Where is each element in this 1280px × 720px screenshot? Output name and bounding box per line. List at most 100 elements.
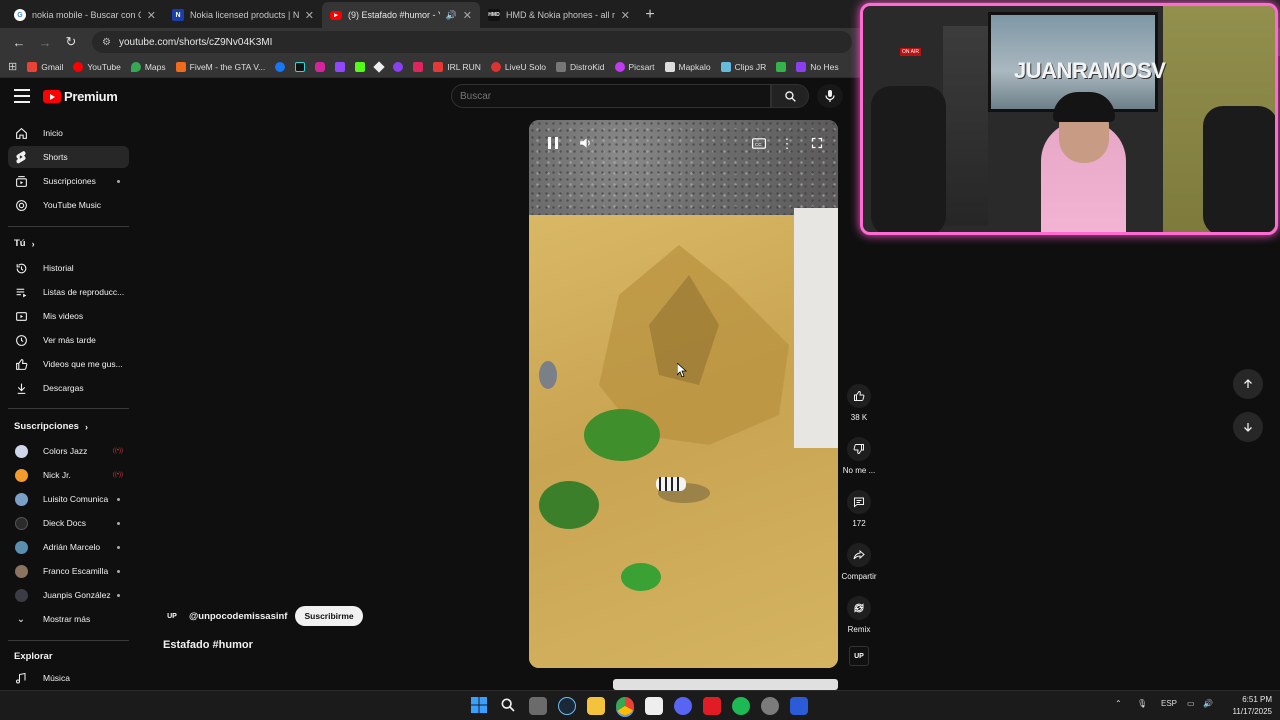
captions-button[interactable]: CC	[747, 133, 771, 153]
back-icon[interactable]: ←	[8, 31, 30, 53]
app-icon[interactable]	[790, 697, 808, 715]
browser-tab[interactable]: N Nokia licensed products | Noki ✕	[164, 2, 322, 28]
youtube-premium-logo[interactable]: Premium	[43, 89, 118, 104]
sidebar-item-downloads[interactable]: Descargas	[8, 377, 129, 399]
voice-search-button[interactable]	[817, 84, 843, 108]
subscription-channel[interactable]: Luisito Comunica	[8, 488, 129, 510]
browser-tab[interactable]: HMD HMD & Nokia phones - all mo ✕	[480, 2, 638, 28]
network-icon[interactable]: ▭	[1187, 699, 1195, 708]
subscribe-button[interactable]: Suscribirme	[295, 606, 363, 626]
bookmark[interactable]: Maps	[130, 61, 166, 72]
sidebar-item-watch-later[interactable]: Ver más tarde	[8, 329, 129, 351]
pause-button[interactable]	[541, 133, 565, 153]
browser-tab-active[interactable]: ▸ (9) Estafado #humor - YouT 🔊 ✕	[322, 2, 480, 28]
steam-icon[interactable]	[558, 697, 576, 715]
close-icon[interactable]: ✕	[147, 9, 156, 22]
new-tab-button[interactable]: +	[638, 2, 662, 28]
system-clock[interactable]: 6:51 PM 11/17/2025	[1222, 694, 1272, 718]
app-icon[interactable]	[703, 697, 721, 715]
app-icon[interactable]	[413, 61, 424, 72]
like-button[interactable]: 38 K	[843, 384, 875, 422]
subscription-channel[interactable]: Juanpis González	[8, 584, 129, 606]
apps-grid-icon[interactable]: ⊞	[8, 60, 17, 73]
reload-icon[interactable]: ↻	[60, 31, 82, 53]
sidebar-item-history[interactable]: Historial	[8, 257, 129, 279]
sidebar-item-liked-videos[interactable]: Videos que me gus...	[8, 353, 129, 375]
dislike-button[interactable]: No me ...	[843, 437, 875, 475]
site-info-icon[interactable]: ⚙	[102, 37, 111, 48]
browser-tab[interactable]: G nokia mobile - Buscar con Goo ✕	[6, 2, 164, 28]
speaker-icon[interactable]: 🔊	[446, 10, 457, 21]
next-short-button[interactable]	[1233, 412, 1263, 442]
sidebar-item-shorts[interactable]: Shorts	[8, 146, 129, 168]
close-icon[interactable]: ✕	[621, 9, 630, 22]
bookmark[interactable]: IRL RUN	[433, 61, 481, 72]
subscription-channel[interactable]: Dieck Docs	[8, 512, 129, 534]
bookmark[interactable]: Mapkalo	[664, 61, 711, 72]
close-icon[interactable]: ✕	[463, 9, 472, 22]
sidebar-item-music[interactable]: Música	[8, 667, 129, 689]
show-more-button[interactable]: ⌄ Mostrar más	[8, 608, 129, 630]
short-title[interactable]: Estafado #humor	[163, 639, 253, 651]
channel-name[interactable]: @unpocodemissasinf	[189, 611, 287, 622]
spotify-icon[interactable]	[732, 697, 750, 715]
address-bar[interactable]: ⚙ youtube.com/shorts/cZ9Nv04K3MI	[92, 31, 852, 53]
sidebar-item-my-videos[interactable]: Mis videos	[8, 305, 129, 327]
search-box[interactable]	[451, 84, 771, 108]
twitch-icon[interactable]	[335, 61, 346, 72]
subscription-channel[interactable]: Franco Escamilla	[8, 560, 129, 582]
sidebar-you-heading[interactable]: Tú ›	[14, 238, 35, 249]
sidebar-item-playlists[interactable]: Listas de reproducc...	[8, 281, 129, 303]
remix-button[interactable]: Remix	[843, 596, 875, 634]
shorts-video-player[interactable]: CC ⋮	[529, 120, 838, 668]
bookmark[interactable]: Gmail	[27, 61, 63, 72]
microphone-icon[interactable]: 🎙	[1137, 699, 1147, 708]
discord-icon[interactable]	[674, 697, 692, 715]
task-view-icon[interactable]	[529, 697, 547, 715]
facebook-icon[interactable]	[275, 61, 286, 72]
diamond-icon[interactable]	[373, 60, 385, 73]
app-icon[interactable]	[761, 697, 779, 715]
search-button[interactable]	[771, 84, 809, 108]
tiktok-icon[interactable]	[295, 61, 306, 72]
instagram-icon[interactable]	[315, 61, 326, 72]
subscription-channel[interactable]: Colors Jazz ((•))	[8, 440, 129, 462]
sidebar-item-home[interactable]: Inicio	[8, 122, 129, 144]
chevron-up-icon[interactable]: ⌃	[1115, 699, 1122, 708]
menu-icon[interactable]	[14, 89, 30, 103]
app-icon[interactable]	[776, 61, 787, 72]
volume-icon[interactable]: 🔊	[1203, 699, 1213, 708]
close-icon[interactable]: ✕	[305, 9, 314, 22]
search-input[interactable]	[460, 90, 770, 102]
kick-icon[interactable]	[355, 61, 366, 72]
forward-icon[interactable]: →	[34, 31, 56, 53]
bookmark[interactable]: LiveU Solo	[490, 61, 546, 72]
windows-start-icon[interactable]	[471, 697, 489, 715]
bookmark[interactable]: Picsart	[614, 61, 655, 72]
sidebar-item-youtube-music[interactable]: YouTube Music	[8, 194, 129, 216]
bookmark[interactable]: YouTube	[73, 61, 121, 72]
sidebar-item-subscriptions[interactable]: Suscripciones	[8, 170, 129, 192]
bookmark[interactable]: Clips JR	[720, 61, 766, 72]
share-button[interactable]: Compartir	[841, 543, 877, 581]
sound-source-avatar[interactable]: UP	[849, 646, 869, 666]
store-icon[interactable]	[645, 697, 663, 715]
chrome-icon[interactable]	[616, 697, 634, 715]
subscription-channel[interactable]: Nick Jr. ((•))	[8, 464, 129, 486]
bookmark[interactable]: FiveM - the GTA V...	[175, 61, 265, 72]
language-indicator[interactable]: ESP	[1161, 699, 1177, 708]
search-icon[interactable]	[500, 697, 518, 715]
volume-button[interactable]	[574, 133, 598, 153]
next-short-preview[interactable]	[613, 679, 838, 690]
app-icon[interactable]	[393, 61, 404, 72]
bookmark[interactable]: DistroKid	[556, 61, 605, 72]
sidebar-subscriptions-heading[interactable]: Suscripciones ›	[14, 421, 88, 432]
fullscreen-button[interactable]	[805, 133, 829, 153]
comments-button[interactable]: 172	[843, 490, 875, 528]
previous-short-button[interactable]	[1233, 369, 1263, 399]
more-options-button[interactable]: ⋮	[775, 133, 799, 153]
bookmark[interactable]: No Hes	[796, 61, 839, 72]
channel-avatar[interactable]: UP	[163, 607, 181, 625]
subscription-channel[interactable]: Adrián Marcelo	[8, 536, 129, 558]
file-explorer-icon[interactable]	[587, 697, 605, 715]
